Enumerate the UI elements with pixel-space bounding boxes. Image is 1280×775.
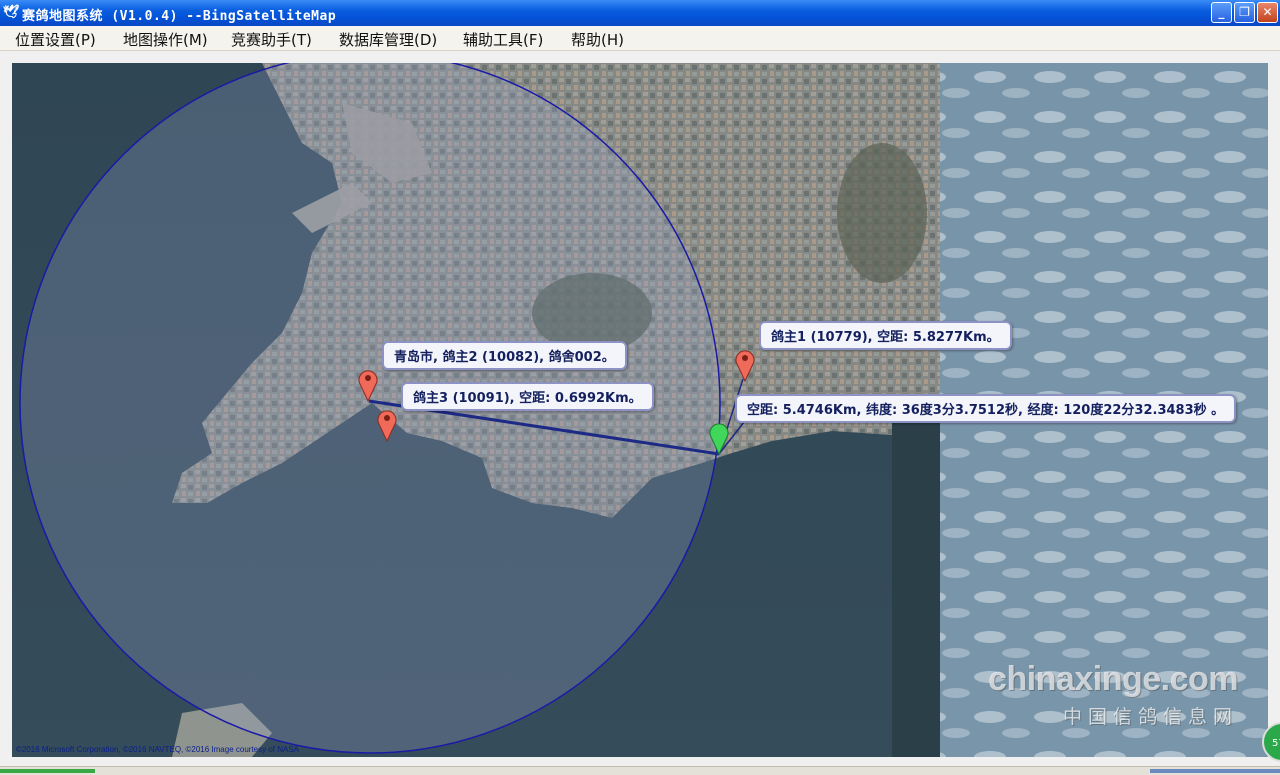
cursor-marker[interactable] xyxy=(709,421,729,455)
watermark-subtitle: 中国信鸽信息网 xyxy=(1062,706,1238,728)
loft-marker-qingdao[interactable] xyxy=(358,368,378,402)
title-bar: 🕊 赛鸽地图系统 (V1.0.4) --BingSatelliteMap _ ❐… xyxy=(0,0,1280,26)
minimize-button[interactable]: _ xyxy=(1211,2,1232,23)
map-copyright: ©2016 Microsoft Corporation, ©2016 NAVTE… xyxy=(16,745,299,754)
label-cursor-measurement: 空距: 5.4746Km, 纬度: 36度3分3.7512秒, 经度: 120度… xyxy=(735,394,1237,423)
loft-marker-3[interactable] xyxy=(377,408,397,442)
close-button[interactable]: ✕ xyxy=(1257,2,1278,23)
menu-race-assistant[interactable]: 竞赛助手(T) xyxy=(231,29,312,50)
watermark-logo: chinaxinge.com xyxy=(988,660,1238,698)
window-title: 赛鸽地图系统 (V1.0.4) --BingSatelliteMap xyxy=(22,9,337,24)
label-owner3-distance: 鸽主3 (10091), 空距: 0.6992Km。 xyxy=(401,382,654,411)
loft-marker-1[interactable] xyxy=(735,348,755,382)
restore-button[interactable]: ❐ xyxy=(1234,2,1255,23)
menu-auxiliary-tools[interactable]: 辅助工具(F) xyxy=(463,29,543,50)
menu-help[interactable]: 帮助(H) xyxy=(571,29,624,50)
menu-location-settings[interactable]: 位置设置(P) xyxy=(15,29,96,50)
menu-database-management[interactable]: 数据库管理(D) xyxy=(339,29,437,50)
pigeon-icon: 🕊 xyxy=(3,5,20,20)
satellite-map[interactable]: 青岛市, 鸽主2 (10082), 鸽舍002。 鸽主3 (10091), 空距… xyxy=(12,63,1268,757)
label-qingdao-owner2: 青岛市, 鸽主2 (10082), 鸽舍002。 xyxy=(382,341,627,370)
menu-bar: 位置设置(P) 地图操作(M) 竞赛助手(T) 数据库管理(D) 辅助工具(F)… xyxy=(0,26,1280,51)
label-owner1-distance: 鸽主1 (10779), 空距: 5.8277Km。 xyxy=(759,321,1012,350)
menu-map-operations[interactable]: 地图操作(M) xyxy=(123,29,208,50)
